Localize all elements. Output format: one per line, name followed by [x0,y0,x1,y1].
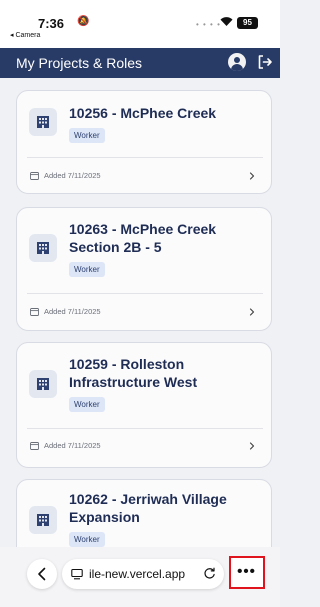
building-icon [29,108,57,136]
divider [27,293,263,294]
bell-icon: 🔕 [77,16,90,27]
divider [27,428,263,429]
project-title: 10256 - McPhee Creek [69,105,217,121]
browser-toolbar: ile-new.vercel.app ••• [0,547,280,607]
cellular-signal-icon: • • • • [196,20,221,29]
chevron-right-icon[interactable] [248,172,256,180]
wifi-icon [220,17,233,26]
role-badge: Worker [69,397,105,412]
building-icon [29,234,57,262]
calendar-icon [30,308,39,316]
calendar-icon [30,442,39,450]
project-card[interactable]: 10256 - McPhee Creek Worker Added 7/11/2… [16,90,272,194]
address-bar[interactable]: ile-new.vercel.app [62,559,224,589]
chevron-left-icon [38,567,46,581]
back-button[interactable] [27,559,57,589]
battery-icon: 95 [237,17,258,29]
divider [27,157,263,158]
role-badge: Worker [69,262,105,277]
project-card[interactable]: 10263 - McPhee Creek Section 2B - 5 Work… [16,207,272,331]
role-badge: Worker [69,532,105,547]
url-text: ile-new.vercel.app [89,567,186,581]
page-title: My Projects & Roles [16,55,143,71]
added-date: Added 7/11/2025 [44,307,101,316]
role-badge: Worker [69,128,105,143]
back-to-app-link[interactable]: ◂ Camera [10,31,40,39]
chevron-right-icon[interactable] [248,308,256,316]
more-options-button[interactable]: ••• [229,556,265,589]
avatar[interactable] [228,53,246,71]
project-list: 10256 - McPhee Creek Worker Added 7/11/2… [0,78,280,607]
added-date: Added 7/11/2025 [44,171,101,180]
project-title: 10259 - Rolleston Infrastructure West [69,356,198,390]
tabs-icon[interactable] [71,568,83,580]
project-title: 10263 - McPhee Creek Section 2B - 5 [69,221,217,255]
status-bar: 7:36 🔕 ◂ Camera • • • • 95 [0,0,280,48]
project-title: 10262 - Jerriwah Village Expansion [69,491,227,525]
status-time: 7:36 [38,16,65,31]
app-header: My Projects & Roles [0,48,280,78]
more-dots-icon: ••• [237,563,256,580]
chevron-right-icon[interactable] [248,442,256,450]
building-icon [29,370,57,398]
logout-icon[interactable] [257,54,273,70]
calendar-icon [30,172,39,180]
building-icon [29,506,57,534]
added-date: Added 7/11/2025 [44,441,101,450]
project-card[interactable]: 10259 - Rolleston Infrastructure West Wo… [16,342,272,468]
reload-icon[interactable] [203,567,216,580]
